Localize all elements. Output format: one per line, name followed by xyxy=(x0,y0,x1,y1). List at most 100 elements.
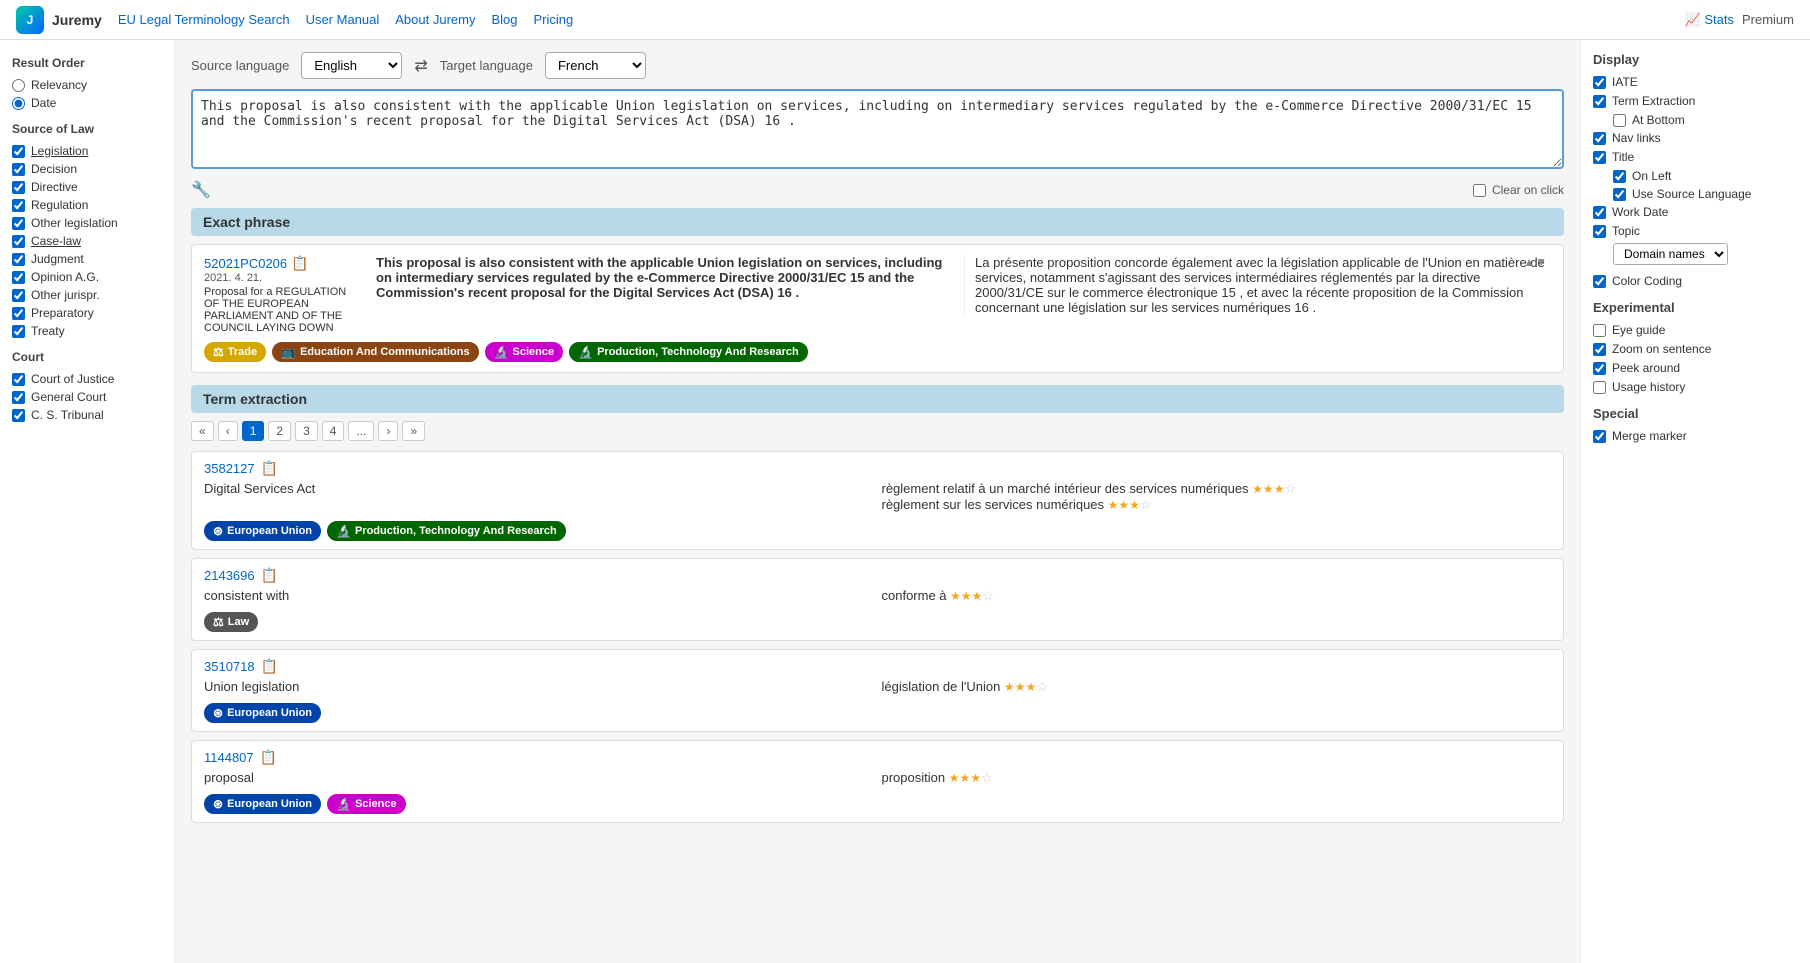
display-topic[interactable]: Topic xyxy=(1593,224,1798,238)
tag-law-2[interactable]: ⚖ Law xyxy=(204,612,258,632)
nav-about[interactable]: About Juremy xyxy=(395,12,475,27)
left-sidebar: Result Order Relevancy Date Source of La… xyxy=(0,40,175,963)
page-prev[interactable]: ‹ xyxy=(218,421,238,441)
domain-names-select[interactable]: Domain names Domain codes xyxy=(1613,243,1728,265)
source-language-select[interactable]: English French German Spanish xyxy=(301,52,402,79)
clear-on-click[interactable]: Clear on click xyxy=(1473,183,1564,197)
page-first[interactable]: « xyxy=(191,421,214,441)
display-on-left[interactable]: On Left xyxy=(1593,169,1798,183)
sidebar-item-other-legislation[interactable]: Other legislation xyxy=(12,216,162,230)
page-1[interactable]: 1 xyxy=(242,421,265,441)
display-color-coding[interactable]: Color Coding xyxy=(1593,274,1798,288)
display-at-bottom[interactable]: At Bottom xyxy=(1593,113,1798,127)
copy-term-icon-3[interactable]: 📋 xyxy=(261,658,278,675)
copy-term-icon-1[interactable]: 📋 xyxy=(261,460,278,477)
nav-blog[interactable]: Blog xyxy=(491,12,517,27)
sidebar-item-general-court[interactable]: General Court xyxy=(12,390,162,404)
expand-icon[interactable]: ▲▼ xyxy=(1523,255,1547,269)
premium-badge: Premium xyxy=(1742,12,1794,27)
target-language-select[interactable]: French English German Spanish xyxy=(545,52,646,79)
term-id-2143696[interactable]: 2143696 xyxy=(204,568,255,583)
experimental-eye-guide[interactable]: Eye guide xyxy=(1593,323,1798,337)
term-id-3510718[interactable]: 3510718 xyxy=(204,659,255,674)
wrench-icon[interactable]: 🔧 xyxy=(191,180,211,200)
display-title: Display xyxy=(1593,52,1798,67)
display-term-extraction[interactable]: Term Extraction xyxy=(1593,94,1798,108)
page-ellipsis[interactable]: ... xyxy=(348,421,374,441)
term-en-2143696: consistent with xyxy=(204,588,874,604)
experimental-usage-history[interactable]: Usage history xyxy=(1593,380,1798,394)
result-fr-text: La présente proposition concorde égaleme… xyxy=(964,255,1551,315)
display-nav-links[interactable]: Nav links xyxy=(1593,131,1798,145)
page-2[interactable]: 2 xyxy=(268,421,291,441)
copy-term-icon-2[interactable]: 📋 xyxy=(261,567,278,584)
special-merge-marker[interactable]: Merge marker xyxy=(1593,429,1798,443)
display-iate[interactable]: IATE xyxy=(1593,75,1798,89)
special-title: Special xyxy=(1593,406,1798,421)
term-tags-1144807: ⊛ European Union 🔬 Science xyxy=(204,794,1551,814)
term-id-3582127[interactable]: 3582127 xyxy=(204,461,255,476)
term-row-1144807: 1144807 📋 proposal proposition ★★★☆ ⊛ Eu… xyxy=(191,740,1564,823)
sidebar-item-directive[interactable]: Directive xyxy=(12,180,162,194)
term-row-3582127: 3582127 📋 Digital Services Act règlement… xyxy=(191,451,1564,550)
nav-user-manual[interactable]: User Manual xyxy=(306,12,380,27)
copy-term-icon-4[interactable]: 📋 xyxy=(260,749,277,766)
experimental-title: Experimental xyxy=(1593,300,1798,315)
display-title-check[interactable]: Title xyxy=(1593,150,1798,164)
result-id-link[interactable]: 52021PC0206 xyxy=(204,256,287,271)
trade-tag-icon: ⚖ xyxy=(213,345,224,359)
sidebar-item-preparatory[interactable]: Preparatory xyxy=(12,306,162,320)
sidebar-item-case-law[interactable]: Case-law xyxy=(12,234,162,248)
search-textarea[interactable]: This proposal is also consistent with th… xyxy=(191,89,1564,169)
nav-app-title[interactable]: EU Legal Terminology Search xyxy=(118,12,290,27)
term-row-3510718: 3510718 📋 Union legislation législation … xyxy=(191,649,1564,732)
tag-trade[interactable]: ⚖ Trade xyxy=(204,342,266,362)
swap-languages-icon[interactable]: ⇄ xyxy=(414,56,427,76)
term-row-2143696: 2143696 📋 consistent with conforme à ★★★… xyxy=(191,558,1564,641)
tag-production-1[interactable]: 🔬 Production, Technology And Research xyxy=(327,521,566,541)
tag-science[interactable]: 🔬 Science xyxy=(485,342,564,362)
nav-pricing[interactable]: Pricing xyxy=(534,12,574,27)
sidebar-item-date[interactable]: Date xyxy=(12,96,162,110)
display-use-source-lang[interactable]: Use Source Language xyxy=(1593,187,1798,201)
term-id-1144807[interactable]: 1144807 xyxy=(204,750,254,765)
tag-production[interactable]: 🔬 Production, Technology And Research xyxy=(569,342,808,362)
sidebar-item-other-jurispr[interactable]: Other jurispr. xyxy=(12,288,162,302)
header: J Juremy EU Legal Terminology Search Use… xyxy=(0,0,1810,40)
page-last[interactable]: » xyxy=(402,421,425,441)
tag-eu-3[interactable]: ⊛ European Union xyxy=(204,703,321,723)
sidebar-item-opinion-ag[interactable]: Opinion A.G. xyxy=(12,270,162,284)
display-work-date[interactable]: Work Date xyxy=(1593,205,1798,219)
sidebar-item-court-of-justice[interactable]: Court of Justice xyxy=(12,372,162,386)
source-lang-label: Source language xyxy=(191,58,289,73)
tag-eu-1[interactable]: ⊛ European Union xyxy=(204,521,321,541)
center-content: Source language English French German Sp… xyxy=(175,40,1580,963)
sidebar-item-legislation[interactable]: Legislation xyxy=(12,144,162,158)
exact-phrase-result-card: 52021PC0206 📋 2021. 4. 21. Proposal for … xyxy=(191,244,1564,373)
experimental-peek[interactable]: Peek around xyxy=(1593,361,1798,375)
page-4[interactable]: 4 xyxy=(322,421,345,441)
sidebar-item-cs-tribunal[interactable]: C. S. Tribunal xyxy=(12,408,162,422)
sidebar-item-regulation[interactable]: Regulation xyxy=(12,198,162,212)
copy-icon[interactable]: 📋 xyxy=(291,255,308,272)
sidebar-item-relevancy[interactable]: Relevancy xyxy=(12,78,162,92)
sidebar-item-judgment[interactable]: Judgment xyxy=(12,252,162,266)
tag-eu-4[interactable]: ⊛ European Union xyxy=(204,794,321,814)
term-en-1144807: proposal xyxy=(204,770,874,786)
sidebar-item-treaty[interactable]: Treaty xyxy=(12,324,162,338)
target-lang-label: Target language xyxy=(440,58,533,73)
term-tags-3510718: ⊛ European Union xyxy=(204,703,1551,723)
result-order-title: Result Order xyxy=(12,56,162,70)
main-nav: EU Legal Terminology Search User Manual … xyxy=(118,12,1685,27)
main-container: Result Order Relevancy Date Source of La… xyxy=(0,40,1810,963)
sidebar-item-decision[interactable]: Decision xyxy=(12,162,162,176)
tag-science-4[interactable]: 🔬 Science xyxy=(327,794,406,814)
experimental-zoom[interactable]: Zoom on sentence xyxy=(1593,342,1798,356)
tag-education[interactable]: 📺 Education And Communications xyxy=(272,342,478,362)
term-fr-1144807: proposition ★★★☆ xyxy=(882,770,1552,786)
term-tags-3582127: ⊛ European Union 🔬 Production, Technolog… xyxy=(204,521,1551,541)
term-fr-3510718: législation de l'Union ★★★☆ xyxy=(882,679,1552,695)
page-next[interactable]: › xyxy=(378,421,398,441)
page-3[interactable]: 3 xyxy=(295,421,318,441)
stats-link[interactable]: 📈 Stats xyxy=(1685,12,1734,28)
